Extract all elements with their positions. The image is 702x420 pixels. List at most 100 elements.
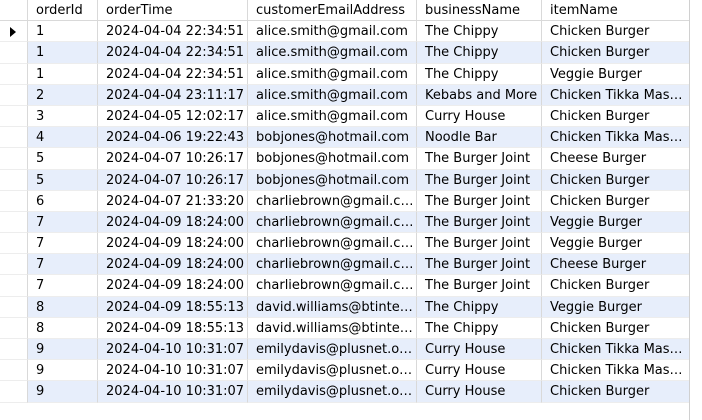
cell-businessname[interactable]: Curry House (417, 381, 542, 403)
row-selector[interactable] (0, 84, 28, 106)
cell-businessname[interactable]: Noodle Bar (417, 127, 542, 149)
cell-businessname[interactable]: The Burger Joint (417, 233, 542, 255)
cell-customeremailaddress[interactable]: emilydavis@plusnet.org... (248, 381, 417, 403)
cell-customeremailaddress[interactable]: bobjones@hotmail.com (248, 169, 417, 191)
cell-itemname[interactable]: Chicken Burger (542, 317, 689, 339)
table-row[interactable]: 7 2024-04-09 18:24:00 charliebrown@gmail.c… (0, 275, 689, 297)
cell-customeremailaddress[interactable]: david.williams@btintern... (248, 296, 417, 318)
table-row[interactable]: 5 2024-04-07 10:26:17 bobjones@hotmail.com… (0, 169, 689, 191)
cell-itemname[interactable]: Cheese Burger (542, 254, 689, 276)
row-selector[interactable] (0, 127, 28, 149)
cell-orderid[interactable]: 8 (28, 317, 98, 339)
cell-customeremailaddress[interactable]: bobjones@hotmail.com (248, 127, 417, 149)
table-row[interactable]: 7 2024-04-09 18:24:00 charliebrown@gmail.c… (0, 254, 689, 276)
cell-customeremailaddress[interactable]: emilydavis@plusnet.org... (248, 339, 417, 361)
cell-itemname[interactable]: Chicken Burger (542, 381, 689, 403)
cell-ordertime[interactable]: 2024-04-10 10:31:07 (98, 360, 248, 382)
cell-customeremailaddress[interactable]: emilydavis@plusnet.org... (248, 360, 417, 382)
column-header-businessname[interactable]: businessName (417, 0, 542, 21)
cell-itemname[interactable]: Chicken Tikka Masala (542, 84, 689, 106)
table-row[interactable]: 6 2024-04-07 21:33:20 charliebrown@gmail.c… (0, 190, 689, 212)
cell-businessname[interactable]: The Burger Joint (417, 211, 542, 234)
cell-itemname[interactable]: Chicken Tikka Masala (542, 360, 689, 382)
row-selector[interactable] (0, 381, 28, 403)
cell-orderid[interactable]: 9 (28, 360, 98, 382)
cell-ordertime[interactable]: 2024-04-10 10:31:07 (98, 339, 248, 361)
cell-customeremailaddress[interactable]: bobjones@hotmail.com (248, 148, 417, 170)
cell-ordertime[interactable]: 2024-04-09 18:24:00 (98, 233, 248, 255)
column-header-itemname[interactable]: itemName (542, 0, 689, 20)
cell-itemname[interactable]: Chicken Burger (542, 42, 689, 64)
cell-orderid[interactable]: 3 (28, 105, 98, 128)
cell-ordertime[interactable]: 2024-04-07 21:33:20 (98, 190, 248, 212)
cell-businessname[interactable]: The Chippy (417, 21, 542, 43)
cell-orderid[interactable]: 5 (28, 148, 98, 170)
table-row[interactable]: 9 2024-04-10 10:31:07 emilydavis@plusnet.o… (0, 381, 689, 403)
cell-orderid[interactable]: 4 (28, 127, 98, 149)
table-row[interactable]: 1 2024-04-04 22:34:51 alice.smith@gmail.co… (0, 42, 689, 64)
cell-itemname[interactable]: Veggie Burger (542, 63, 689, 85)
cell-businessname[interactable]: The Burger Joint (417, 169, 542, 191)
cell-itemname[interactable]: Chicken Tikka Masala (542, 339, 689, 361)
cell-itemname[interactable]: Chicken Burger (542, 190, 689, 212)
cell-orderid[interactable]: 1 (28, 63, 98, 85)
cell-customeremailaddress[interactable]: alice.smith@gmail.com (248, 42, 417, 64)
cell-businessname[interactable]: The Burger Joint (417, 190, 542, 212)
row-selector[interactable] (0, 275, 28, 297)
row-selector[interactable] (0, 42, 28, 64)
cell-ordertime[interactable]: 2024-04-04 22:34:51 (98, 63, 248, 85)
cell-businessname[interactable]: Curry House (417, 105, 542, 128)
select-all-corner[interactable] (0, 0, 28, 21)
cell-orderid[interactable]: 9 (28, 339, 98, 361)
row-selector[interactable] (0, 105, 28, 128)
cell-businessname[interactable]: The Chippy (417, 42, 542, 64)
row-selector[interactable] (0, 360, 28, 382)
cell-itemname[interactable]: Chicken Burger (542, 21, 689, 43)
table-row[interactable]: 5 2024-04-07 10:26:17 bobjones@hotmail.com… (0, 148, 689, 170)
cell-itemname[interactable]: Chicken Burger (542, 169, 689, 191)
cell-itemname[interactable]: Chicken Burger (542, 105, 689, 128)
cell-orderid[interactable]: 5 (28, 169, 98, 191)
cell-ordertime[interactable]: 2024-04-09 18:24:00 (98, 254, 248, 276)
row-selector[interactable] (0, 148, 28, 170)
row-selector[interactable] (0, 317, 28, 339)
cell-orderid[interactable]: 7 (28, 254, 98, 276)
cell-itemname[interactable]: Veggie Burger (542, 211, 689, 234)
cell-itemname[interactable]: Veggie Burger (542, 233, 689, 255)
table-row[interactable]: 7 2024-04-09 18:24:00 charliebrown@gmail.c… (0, 233, 689, 255)
row-selector[interactable] (0, 339, 28, 361)
cell-businessname[interactable]: The Chippy (417, 296, 542, 318)
table-row[interactable]: 4 2024-04-06 19:22:43 bobjones@hotmail.com… (0, 127, 689, 149)
row-selector[interactable] (0, 21, 28, 43)
cell-orderid[interactable]: 7 (28, 233, 98, 255)
cell-customeremailaddress[interactable]: alice.smith@gmail.com (248, 21, 417, 43)
cell-businessname[interactable]: The Burger Joint (417, 254, 542, 276)
table-row[interactable]: 3 2024-04-05 12:02:17 alice.smith@gmail.co… (0, 105, 689, 128)
cell-customeremailaddress[interactable]: alice.smith@gmail.com (248, 84, 417, 106)
row-selector[interactable] (0, 233, 28, 255)
column-header-ordertime[interactable]: orderTime (98, 0, 248, 21)
cell-ordertime[interactable]: 2024-04-09 18:55:13 (98, 317, 248, 339)
cell-ordertime[interactable]: 2024-04-07 10:26:17 (98, 148, 248, 170)
cell-orderid[interactable]: 7 (28, 211, 98, 234)
cell-ordertime[interactable]: 2024-04-04 22:34:51 (98, 21, 248, 43)
cell-itemname[interactable]: Chicken Burger (542, 275, 689, 297)
cell-ordertime[interactable]: 2024-04-04 22:34:51 (98, 42, 248, 64)
table-row[interactable]: 9 2024-04-10 10:31:07 emilydavis@plusnet.o… (0, 339, 689, 361)
table-row[interactable]: 1 2024-04-04 22:34:51 alice.smith@gmail.co… (0, 63, 689, 85)
column-header-orderid[interactable]: orderId (28, 0, 98, 21)
row-selector[interactable] (0, 169, 28, 191)
table-row[interactable]: 8 2024-04-09 18:55:13 david.williams@btint… (0, 296, 689, 318)
cell-ordertime[interactable]: 2024-04-10 10:31:07 (98, 381, 248, 403)
cell-customeremailaddress[interactable]: charliebrown@gmail.com (248, 233, 417, 255)
cell-businessname[interactable]: The Chippy (417, 63, 542, 85)
row-selector[interactable] (0, 254, 28, 276)
cell-businessname[interactable]: Curry House (417, 360, 542, 382)
cell-ordertime[interactable]: 2024-04-07 10:26:17 (98, 169, 248, 191)
table-row[interactable]: 2 2024-04-04 23:11:17 alice.smith@gmail.co… (0, 84, 689, 106)
cell-businessname[interactable]: The Burger Joint (417, 275, 542, 297)
cell-customeremailaddress[interactable]: charliebrown@gmail.com (248, 211, 417, 234)
cell-businessname[interactable]: The Chippy (417, 317, 542, 339)
cell-ordertime[interactable]: 2024-04-09 18:24:00 (98, 275, 248, 297)
cell-orderid[interactable]: 1 (28, 21, 98, 43)
